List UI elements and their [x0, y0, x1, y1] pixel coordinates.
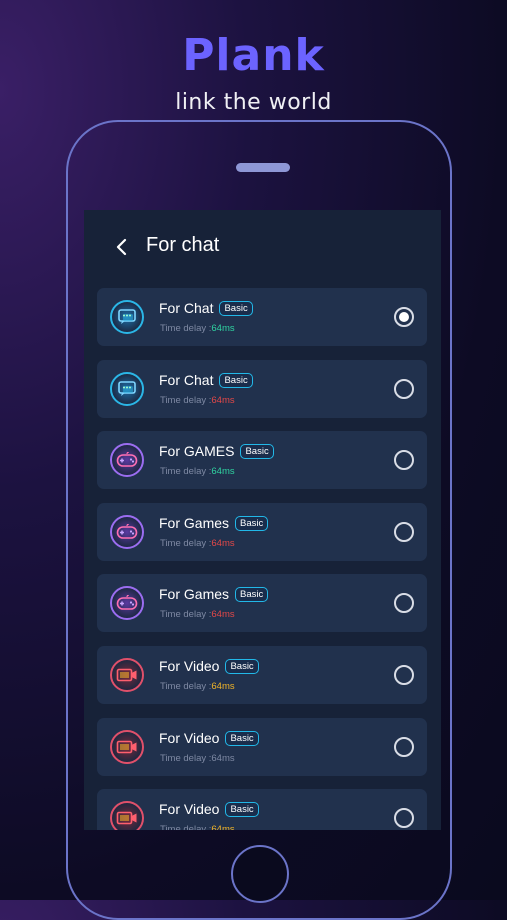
time-delay: Time delay :64ms	[160, 538, 235, 549]
screen-title: For chat	[146, 234, 220, 256]
basic-badge: Basic	[225, 802, 259, 818]
time-delay: Time delay :64ms	[160, 466, 235, 477]
basic-badge: Basic	[240, 444, 274, 460]
time-delay-value: 64ms	[211, 323, 235, 334]
time-delay-label: Time delay :	[160, 609, 212, 621]
server-name-label: For Chat	[159, 371, 214, 388]
basic-badge: Basic	[225, 659, 259, 674]
time-delay: Time delay :64ms	[160, 609, 235, 620]
video-icon	[110, 658, 144, 692]
gamepad-icon	[110, 586, 144, 621]
app-tagline: link the world	[175, 90, 332, 115]
select-radio[interactable]	[394, 665, 414, 685]
select-radio[interactable]	[394, 736, 414, 757]
server-item[interactable]: For GAMES Basic Time delay :64ms	[97, 431, 427, 490]
time-delay: Time delay :64ms	[160, 323, 235, 334]
server-name: For Video Basic	[159, 658, 259, 674]
back-button[interactable]	[110, 235, 134, 259]
server-name-label: For Games	[159, 514, 230, 531]
basic-badge: Basic	[235, 515, 269, 531]
basic-badge: Basic	[235, 587, 269, 603]
server-name: For Video Basic	[159, 801, 259, 818]
time-delay-value: 64ms	[211, 824, 235, 830]
server-name: For Games Basic	[159, 514, 269, 531]
server-item[interactable]: For Video Basic Time delay :64ms	[97, 717, 427, 776]
time-delay-value: 64ms	[211, 466, 235, 478]
gamepad-icon	[110, 514, 144, 549]
server-name-label: For Chat	[159, 300, 214, 316]
app-title: Plank	[182, 30, 325, 81]
time-delay-label: Time delay :	[160, 323, 212, 334]
server-name: For Chat Basic	[159, 300, 253, 316]
server-name-label: For GAMES	[159, 443, 235, 460]
time-delay-label: Time delay :	[160, 394, 212, 406]
time-delay-label: Time delay :	[160, 466, 212, 478]
select-radio[interactable]	[394, 307, 414, 327]
time-delay: Time delay :64ms	[160, 395, 235, 406]
server-name: For Games Basic	[159, 586, 269, 603]
basic-badge: Basic	[219, 301, 253, 316]
select-radio[interactable]	[394, 808, 414, 829]
home-button[interactable]	[231, 845, 289, 903]
basic-badge: Basic	[225, 730, 259, 746]
time-delay-value: 64ms	[211, 537, 235, 549]
time-delay: Time delay :64ms	[160, 824, 235, 830]
basic-badge: Basic	[219, 372, 253, 388]
server-item[interactable]: For Games Basic Time delay :64ms	[97, 574, 427, 633]
time-delay-value: 64ms	[211, 609, 235, 621]
server-item[interactable]: For Video Basic Time delay :64ms	[97, 646, 427, 704]
select-radio[interactable]	[394, 450, 414, 471]
server-name-label: For Video	[159, 729, 220, 746]
gamepad-icon	[110, 443, 144, 478]
screen-header: For chat	[84, 210, 441, 280]
server-item[interactable]: For Video Basic Time delay :64ms	[97, 789, 427, 830]
time-delay-label: Time delay :	[160, 752, 212, 764]
server-name: For Video Basic	[159, 730, 259, 746]
time-delay-label: Time delay :	[160, 681, 212, 692]
time-delay-value: 64ms	[211, 752, 235, 764]
chat-icon	[110, 300, 144, 334]
time-delay-label: Time delay :	[160, 537, 212, 549]
server-name-label: For Video	[159, 801, 220, 818]
server-item[interactable]: For Games Basic Time delay :64ms	[97, 502, 427, 561]
server-item[interactable]: For Chat Basic Time delay :64ms	[97, 359, 427, 418]
time-delay-value: 64ms	[211, 394, 235, 406]
time-delay: Time delay :64ms	[160, 753, 235, 764]
phone-screen: For chat For Chat Basic Time delay :64ms Fo…	[84, 210, 441, 830]
time-delay: Time delay :64ms	[160, 681, 235, 692]
select-radio[interactable]	[394, 593, 414, 614]
server-name: For Chat Basic	[159, 372, 253, 388]
phone-speaker	[236, 163, 290, 172]
select-radio[interactable]	[394, 521, 414, 542]
select-radio[interactable]	[394, 378, 414, 399]
server-name: For GAMES Basic	[159, 443, 274, 460]
server-item[interactable]: For Chat Basic Time delay :64ms	[97, 288, 427, 346]
time-delay-label: Time delay :	[160, 824, 212, 830]
video-icon	[110, 729, 144, 764]
chat-icon	[110, 371, 144, 406]
time-delay-value: 64ms	[211, 681, 235, 692]
chevron-left-icon	[116, 238, 127, 256]
video-icon	[110, 801, 144, 830]
server-name-label: For Games	[159, 586, 230, 603]
server-name-label: For Video	[159, 658, 220, 674]
